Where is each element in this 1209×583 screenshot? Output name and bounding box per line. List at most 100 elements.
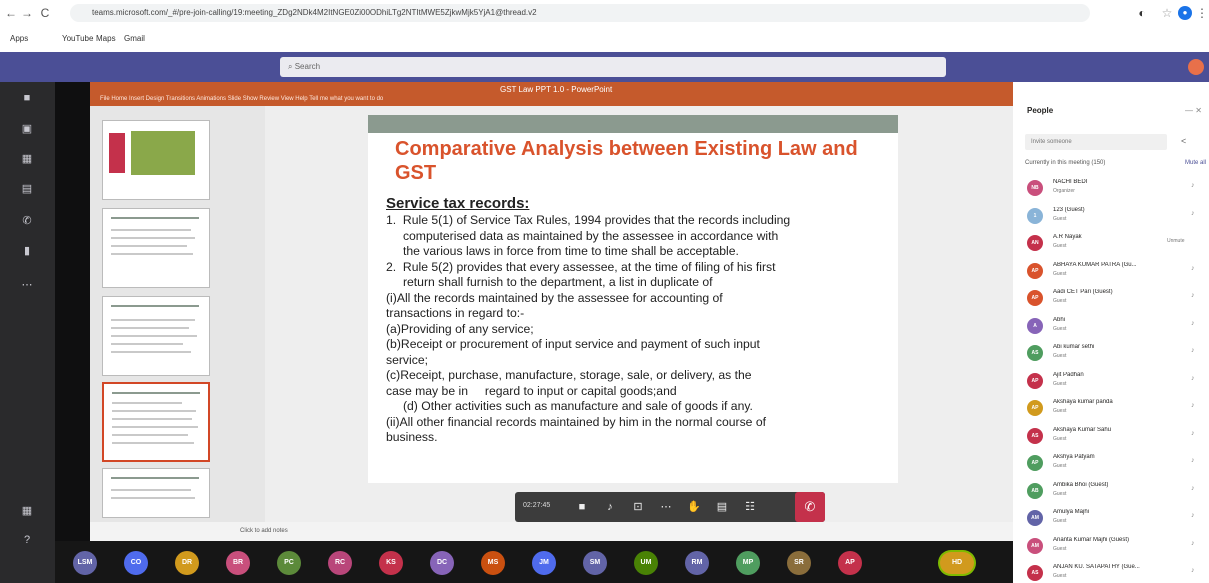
reload-button[interactable]: C (38, 6, 52, 20)
share-icon[interactable]: ⊡ (631, 500, 645, 514)
participant-row[interactable]: AP Akshaya kumar panda Guest ♪ (1025, 396, 1205, 422)
mic-off-icon[interactable]: ♪ (1191, 320, 1195, 327)
participant-row[interactable]: AS ANJAN KU. SATAPATHY (Gue... Guest ♪ (1025, 561, 1205, 583)
meeting-section-header[interactable]: Currently in this meeting (150) (1025, 160, 1105, 166)
participant-row[interactable]: AS Akshaya Kumar Sahu Guest ♪ (1025, 424, 1205, 450)
mic-off-icon[interactable]: ♪ (1191, 457, 1195, 464)
mic-off-icon[interactable]: ♪ (1191, 265, 1195, 272)
participant-avatar[interactable]: RC (328, 551, 352, 575)
bookmark-maps[interactable]: Maps (96, 34, 116, 43)
more-icon[interactable]: ⋯ (659, 500, 673, 514)
mic-off-icon[interactable]: ♪ (1191, 182, 1195, 189)
participant-row[interactable]: 1 123 (Guest) Guest ♪ (1025, 204, 1205, 230)
activity-icon[interactable]: ■ (16, 92, 38, 106)
participant-avatar[interactable]: RM (685, 551, 709, 575)
participant-avatar[interactable]: PC (277, 551, 301, 575)
participants-icon[interactable]: ☷ (743, 500, 757, 514)
invite-input[interactable]: Invite someone (1025, 134, 1167, 150)
participant-avatar[interactable]: MP (736, 551, 760, 575)
extensions-icon[interactable]: ◐ (1135, 6, 1149, 20)
participant-avatar: AP (1027, 372, 1043, 389)
close-icon[interactable]: — ✕ (1185, 106, 1202, 115)
participant-row[interactable]: A Abhi Guest ♪ (1025, 314, 1205, 340)
mute-all-button[interactable]: Mute all (1185, 160, 1206, 166)
participant-row[interactable]: AN A.R Nayak Guest Unmute (1025, 231, 1205, 257)
participant-role: Guest (1053, 435, 1067, 442)
people-title: People (1027, 106, 1054, 115)
participant-avatar[interactable]: DC (430, 551, 454, 575)
mic-icon[interactable]: ♪ (603, 500, 617, 514)
address-bar[interactable]: teams.microsoft.com/_#/pre-join-calling/… (70, 4, 1090, 22)
slide-thumbnail[interactable] (102, 208, 210, 288)
participant-row[interactable]: AM Ananta Kumar Majhi (Guest) Guest ♪ (1025, 534, 1205, 560)
more-icon[interactable]: ⋯ (16, 278, 38, 292)
participant-avatar[interactable]: CO (124, 551, 148, 575)
slide-thumbnail[interactable] (102, 296, 210, 376)
thumbnail-line (111, 477, 199, 479)
teams-search-input[interactable]: ⌕ Search (280, 57, 946, 77)
chat-icon[interactable]: ▣ (16, 122, 38, 136)
star-icon[interactable]: ☆ (1160, 6, 1174, 20)
apps-icon[interactable]: ▦ (16, 504, 38, 518)
participant-avatar[interactable]: DR (175, 551, 199, 575)
participant-avatar[interactable]: LSM (73, 551, 97, 575)
current-slide: Comparative Analysis between Existing La… (368, 115, 898, 483)
participant-avatar[interactable]: AP (838, 551, 862, 575)
mic-off-icon[interactable]: ♪ (1191, 210, 1195, 217)
notes-hint[interactable]: Click to add notes (240, 528, 288, 534)
bookmark-youtube[interactable]: YouTube (62, 34, 93, 43)
mic-off-icon[interactable]: ♪ (1191, 567, 1195, 574)
participant-avatar[interactable]: HD (940, 552, 974, 574)
mic-off-icon[interactable]: ♪ (1191, 292, 1195, 299)
slide-thumbnail[interactable] (102, 468, 210, 518)
profile-icon[interactable]: ● (1178, 6, 1192, 20)
files-icon[interactable]: ▮ (16, 244, 38, 258)
mic-off-icon[interactable]: ♪ (1191, 485, 1195, 492)
participant-row[interactable]: AB Ambika Bhoi (Guest) Guest ♪ (1025, 479, 1205, 505)
thumbnail-line (111, 489, 191, 491)
participant-row[interactable]: AM Amulya Majhi Guest ♪ (1025, 506, 1205, 532)
teams-icon[interactable]: ▦ (16, 152, 38, 166)
participant-row[interactable]: NB NACHI BEDI Organizer ♪ (1025, 176, 1205, 202)
participant-avatar: AP (1027, 455, 1043, 471)
browser-menu-icon[interactable]: ⋮ (1195, 6, 1209, 20)
participant-row[interactable]: AP Akshya Patyam Guest ♪ (1025, 451, 1205, 477)
calendar-icon[interactable]: ▤ (16, 182, 38, 196)
bookmark-gmail[interactable]: Gmail (124, 34, 145, 43)
chat-icon[interactable]: ▤ (715, 500, 729, 514)
participant-avatar[interactable]: BR (226, 551, 250, 575)
mic-off-icon[interactable]: ♪ (1191, 430, 1195, 437)
mic-off-icon[interactable]: ♪ (1191, 375, 1195, 382)
help-icon[interactable]: ? (16, 534, 38, 548)
slide-thumbnail-selected[interactable] (102, 382, 210, 462)
participant-role: Guest (1053, 215, 1067, 222)
participant-row[interactable]: AS Abi kumar sethi Guest ♪ (1025, 341, 1205, 367)
back-button[interactable]: ← (4, 6, 18, 20)
mic-off-icon[interactable]: ♪ (1191, 402, 1195, 409)
unmute-button[interactable]: Unmute (1167, 238, 1185, 244)
participant-avatar[interactable]: SM (583, 551, 607, 575)
forward-button[interactable]: → (20, 6, 34, 20)
participant-avatar: A (1027, 317, 1043, 334)
raise-hand-icon[interactable]: ✋ (687, 500, 701, 514)
mic-off-icon[interactable]: ♪ (1191, 512, 1195, 519)
user-avatar[interactable] (1188, 59, 1204, 75)
participant-role: Guest (1053, 408, 1067, 414)
participant-avatar[interactable]: SR (787, 551, 811, 575)
camera-icon[interactable]: ■ (575, 500, 589, 514)
participant-row[interactable]: AP Ajit Padhan Guest ♪ (1025, 369, 1205, 395)
share-link-icon[interactable]: < (1181, 136, 1186, 146)
participant-row[interactable]: AP ABHAYA KUMAR PATRA (Gu... Guest ♪ (1025, 259, 1205, 285)
participant-row[interactable]: AP Aadi CET Pari (Guest) Guest ♪ (1025, 286, 1205, 312)
calls-icon[interactable]: ✆ (16, 214, 38, 228)
participant-avatar[interactable]: KS (379, 551, 403, 575)
mic-off-icon[interactable]: ♪ (1191, 540, 1195, 547)
hang-up-icon[interactable]: ✆ (795, 492, 825, 522)
participant-avatar[interactable]: MS (481, 551, 505, 575)
participant-avatar[interactable]: JM (532, 551, 556, 575)
participant-name: Abi kumar sethi (1053, 344, 1095, 350)
mic-off-icon[interactable]: ♪ (1191, 347, 1195, 354)
bookmark-apps[interactable]: Apps (10, 34, 28, 43)
participant-avatar[interactable]: UM (634, 551, 658, 575)
slide-thumbnail[interactable] (102, 120, 210, 200)
